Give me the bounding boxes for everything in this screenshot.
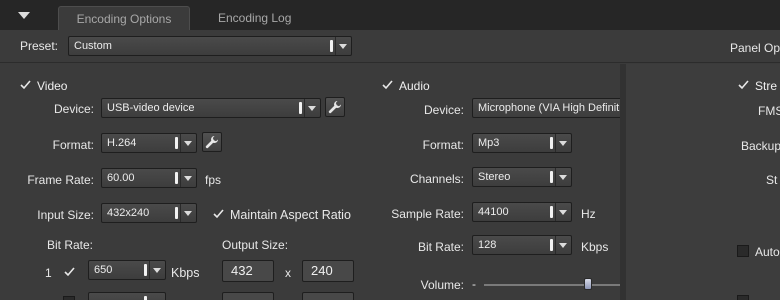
frame-rate-label: Frame Rate: — [27, 173, 94, 187]
collapse-arrow-icon[interactable] — [18, 12, 30, 19]
audio-bit-rate-value: 128 — [478, 239, 497, 251]
tab-encoding-log[interactable]: Encoding Log — [200, 6, 309, 30]
input-size-label: Input Size: — [37, 208, 94, 222]
audio-header: Audio — [399, 79, 430, 93]
row2-height-field[interactable] — [302, 292, 354, 300]
preset-value: Custom — [74, 40, 112, 52]
row-bitrate-value: 650 — [94, 264, 113, 276]
video-checkbox[interactable] — [19, 79, 31, 91]
volume-minus-icon: - — [472, 277, 476, 291]
checkmark-icon — [381, 80, 393, 90]
output-size-label: Output Size: — [222, 238, 289, 252]
chevron-down-icon — [339, 44, 347, 49]
audio-device-label: Device: — [423, 103, 464, 117]
row2-checkbox[interactable] — [63, 296, 75, 300]
video-device-settings-button[interactable] — [325, 97, 345, 117]
wrench-icon — [328, 101, 341, 114]
dropdown-handle-icon — [144, 264, 147, 276]
size-separator: x — [285, 266, 291, 280]
video-format-label: Format: — [52, 138, 94, 152]
audio-bit-rate-label: Bit Rate: — [417, 240, 464, 254]
video-format-dropdown[interactable]: H.264 — [101, 133, 197, 153]
channels-value: Stereo — [478, 171, 511, 183]
chevron-down-icon — [559, 243, 567, 248]
video-format-settings-button[interactable] — [202, 132, 222, 152]
chevron-down-icon — [184, 176, 192, 181]
video-device-dropdown[interactable]: USB-video device — [101, 98, 321, 118]
preset-dropdown[interactable]: Custom — [68, 36, 352, 56]
row2-bitrate-dropdown[interactable] — [88, 292, 166, 300]
chevron-down-icon — [184, 141, 192, 146]
channels-dropdown[interactable]: Stereo — [472, 167, 572, 187]
frame-rate-value: 60.00 — [107, 172, 135, 184]
volume-slider-thumb[interactable] — [584, 278, 592, 290]
maintain-aspect-checkbox[interactable] — [212, 208, 224, 220]
st-label: St — [766, 173, 778, 187]
chevron-down-icon — [559, 210, 567, 215]
dropdown-handle-icon — [175, 172, 178, 184]
volume-label: Volume: — [420, 278, 464, 292]
maintain-aspect-label: Maintain Aspect Ratio — [230, 208, 351, 222]
channels-label: Channels: — [409, 172, 464, 186]
dropdown-handle-icon — [550, 239, 553, 251]
chevron-down-icon — [184, 211, 192, 216]
backup-label: Backup — [741, 139, 780, 153]
video-device-label: Device: — [53, 102, 94, 116]
row2-width-field[interactable] — [222, 292, 274, 300]
audio-device-value: Microphone (VIA High Definition A — [478, 102, 644, 114]
audio-bit-rate-dropdown[interactable]: 128 — [472, 235, 572, 255]
row-enabled-checkbox[interactable] — [63, 266, 75, 278]
dropdown-handle-icon — [175, 207, 178, 219]
bit-rate-label: Bit Rate: — [47, 238, 94, 252]
auto-label: Auto — [755, 245, 780, 259]
divider — [0, 62, 780, 63]
audio-format-label: Format: — [422, 138, 464, 152]
chevron-down-icon — [559, 175, 567, 180]
panel-options-label: Panel Op — [730, 41, 780, 55]
input-size-dropdown[interactable]: 432x240 — [101, 203, 197, 223]
dropdown-handle-icon — [330, 40, 333, 52]
audio-checkbox[interactable] — [381, 79, 393, 91]
frame-rate-dropdown[interactable]: 60.00 — [101, 168, 197, 188]
stream-panel — [626, 64, 780, 300]
output-height-field[interactable]: 240 — [302, 260, 354, 282]
dropdown-handle-icon — [299, 102, 302, 114]
audio-format-value: Mp3 — [478, 137, 500, 149]
checkmark-icon — [63, 267, 75, 277]
row-bitrate-unit: Kbps — [171, 266, 200, 280]
sample-rate-dropdown[interactable]: 44100 — [472, 202, 572, 222]
row-bitrate-dropdown[interactable]: 650 — [88, 260, 166, 280]
dropdown-handle-icon — [175, 137, 178, 149]
audio-bit-rate-unit: Kbps — [581, 240, 609, 254]
dropdown-handle-icon — [550, 137, 553, 149]
video-device-value: USB-video device — [107, 102, 195, 114]
wrench-icon — [205, 136, 218, 149]
input-size-value: 432x240 — [107, 207, 150, 219]
dropdown-handle-icon — [550, 206, 553, 218]
preset-label: Preset: — [20, 39, 59, 53]
fms-label: FMS — [758, 104, 780, 118]
auto-checkbox[interactable] — [737, 245, 749, 257]
output-width-field[interactable]: 432 — [222, 260, 274, 282]
video-header: Video — [37, 79, 68, 93]
sample-rate-unit: Hz — [581, 207, 596, 221]
chevron-down-icon — [153, 268, 161, 273]
stream-header: Stre — [755, 79, 778, 93]
tab-encoding-options[interactable]: Encoding Options — [58, 6, 190, 30]
checkmark-icon — [212, 209, 224, 219]
sample-rate-label: Sample Rate: — [391, 207, 464, 221]
audio-format-dropdown[interactable]: Mp3 — [472, 133, 572, 153]
row-index: 1 — [45, 266, 52, 280]
stream-checkbox[interactable] — [737, 79, 749, 91]
chevron-down-icon — [559, 141, 567, 146]
chevron-down-icon — [308, 106, 316, 111]
frame-rate-unit: fps — [205, 173, 222, 187]
bottom-checkbox[interactable] — [737, 295, 749, 300]
dropdown-handle-icon — [550, 171, 553, 183]
sample-rate-value: 44100 — [478, 206, 509, 218]
checkmark-icon — [19, 80, 31, 90]
video-format-value: H.264 — [107, 137, 137, 149]
checkmark-icon — [737, 80, 749, 90]
